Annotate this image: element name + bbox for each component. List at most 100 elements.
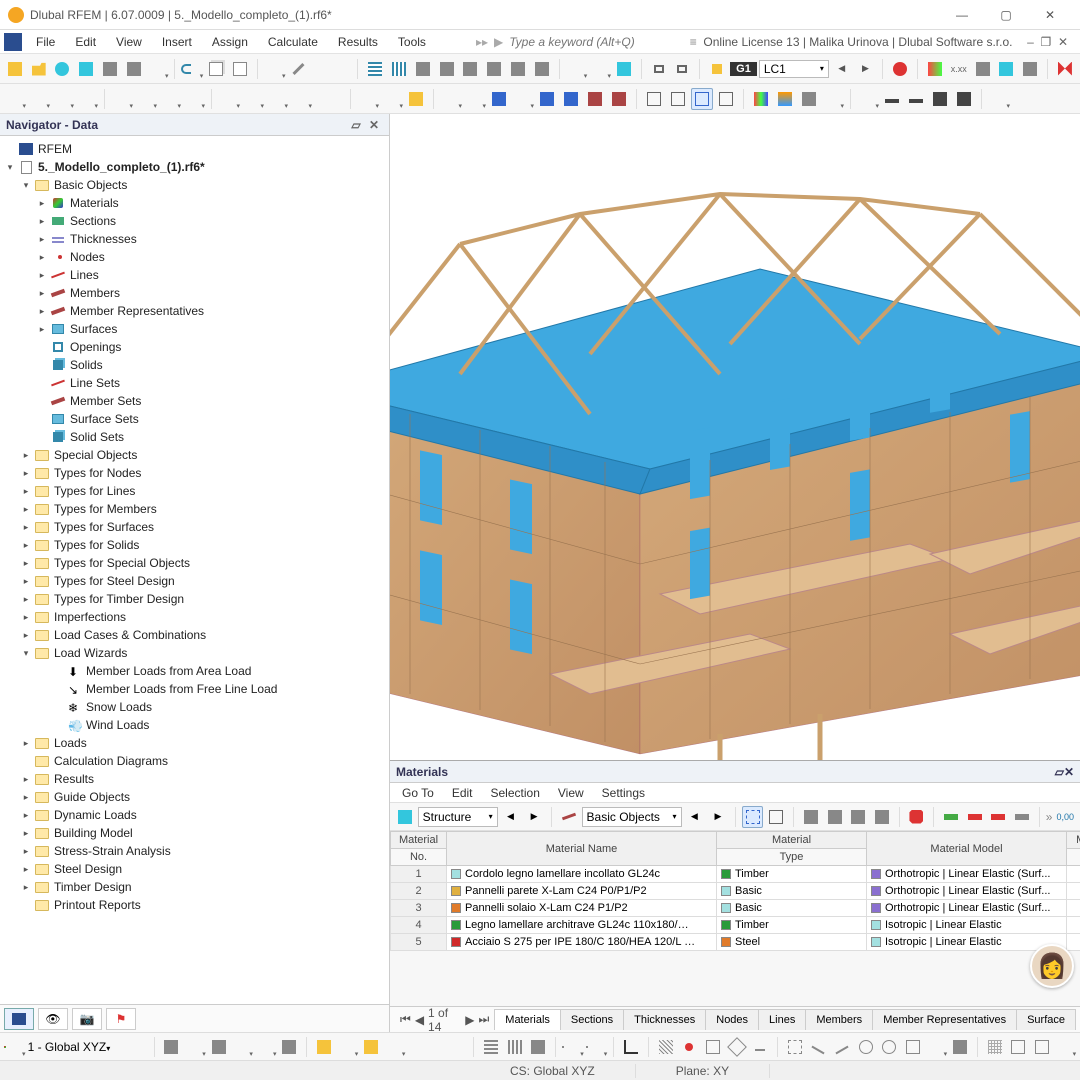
st-d8[interactable] <box>949 1036 971 1058</box>
st-snap3[interactable] <box>702 1036 724 1058</box>
mdi-restore-button[interactable]: ❐ <box>1041 35 1055 49</box>
new-button[interactable] <box>4 58 26 80</box>
cs-combo[interactable]: 1 - Global XYZ▾ <box>28 1040 148 1054</box>
t2-30[interactable] <box>798 88 820 110</box>
close-button[interactable]: ✕ <box>1028 1 1072 29</box>
tree-folder[interactable]: ▸Types for Members <box>0 500 389 518</box>
pager-last[interactable]: ⏭ <box>478 1012 489 1027</box>
lc-combo[interactable]: LC1▾ <box>759 60 829 78</box>
st-15[interactable] <box>586 1036 608 1058</box>
t2-36[interactable] <box>953 88 975 110</box>
save-button[interactable] <box>99 58 121 80</box>
tree-folder[interactable]: ▸Loads <box>0 734 389 752</box>
mp-row1[interactable] <box>940 806 962 828</box>
mp-edit3[interactable] <box>847 806 869 828</box>
st-10[interactable] <box>384 1036 406 1058</box>
st-11[interactable] <box>480 1036 502 1058</box>
st-4[interactable] <box>231 1036 253 1058</box>
st-g4[interactable] <box>1055 1036 1077 1058</box>
cloud-button[interactable] <box>52 58 74 80</box>
t2-27[interactable] <box>715 88 737 110</box>
delete-button[interactable] <box>264 58 286 80</box>
col-model[interactable]: Material Model <box>867 832 1067 866</box>
view3-button[interactable] <box>459 58 481 80</box>
mp-row4[interactable] <box>1011 806 1033 828</box>
st-5[interactable] <box>255 1036 277 1058</box>
mp-menu-edit[interactable]: Edit <box>444 784 481 802</box>
mp-more[interactable]: » <box>1046 810 1053 824</box>
del-res-button[interactable] <box>889 58 911 80</box>
tab-lines[interactable]: Lines <box>758 1009 806 1030</box>
t2-22[interactable] <box>584 88 606 110</box>
navigator-float-button[interactable]: ▱ <box>347 118 365 132</box>
cs-icon[interactable] <box>4 1036 26 1058</box>
tab-thicknesses[interactable]: Thicknesses <box>623 1009 706 1030</box>
st-13[interactable] <box>528 1036 550 1058</box>
pager-first[interactable]: ⏮ <box>400 1012 411 1027</box>
t2-10[interactable] <box>242 88 264 110</box>
view4-button[interactable] <box>483 58 505 80</box>
tab-materials[interactable]: Materials <box>494 1009 561 1030</box>
lc-prev-button[interactable] <box>648 58 670 80</box>
st-d5[interactable] <box>878 1036 900 1058</box>
mp-menu-settings[interactable]: Settings <box>594 784 653 802</box>
tree-item[interactable]: ⬇Member Loads from Area Load <box>0 662 389 680</box>
save-all-button[interactable] <box>123 58 145 80</box>
st-2[interactable] <box>184 1036 206 1058</box>
tree-item[interactable]: ▸Thicknesses <box>0 230 389 248</box>
t2-17[interactable] <box>464 88 486 110</box>
t2-13[interactable] <box>357 88 379 110</box>
t2-16[interactable] <box>440 88 462 110</box>
grid-button[interactable] <box>388 58 410 80</box>
st-6[interactable] <box>278 1036 300 1058</box>
edit-button[interactable] <box>288 58 310 80</box>
calc1-button[interactable] <box>566 58 588 80</box>
materials-close-button[interactable]: ✕ <box>1064 765 1074 779</box>
st-d4[interactable] <box>855 1036 877 1058</box>
st-d1[interactable] <box>784 1036 806 1058</box>
table-button[interactable] <box>364 58 386 80</box>
st-axis[interactable] <box>620 1036 642 1058</box>
tree-folder[interactable]: ▸Guide Objects <box>0 788 389 806</box>
tree-item[interactable]: Line Sets <box>0 374 389 392</box>
navigator-tree[interactable]: RFEM ▾5._Modello_completo_(1).rf6* ▾Basi… <box>0 136 389 1004</box>
st-3[interactable] <box>208 1036 230 1058</box>
tab-members[interactable]: Members <box>805 1009 873 1030</box>
t2-2[interactable] <box>28 88 50 110</box>
minimize-button[interactable]: — <box>940 1 984 29</box>
mp-row2[interactable] <box>964 806 986 828</box>
t2-3[interactable] <box>52 88 74 110</box>
st-d7[interactable] <box>926 1036 948 1058</box>
menu-assign[interactable]: Assign <box>202 32 258 52</box>
tree-item[interactable]: ❄Snow Loads <box>0 698 389 716</box>
st-snap4[interactable] <box>726 1036 748 1058</box>
tree-folder[interactable]: Calculation Diagrams <box>0 752 389 770</box>
tree-item[interactable]: ▸Member Representatives <box>0 302 389 320</box>
tree-item[interactable]: ▸Members <box>0 284 389 302</box>
table-row[interactable]: 1Cordolo legno lamellare incollato GL24c… <box>391 866 1080 883</box>
tab-surface[interactable]: Surface <box>1016 1009 1076 1030</box>
mp-precision[interactable]: 0,00 <box>1054 806 1076 828</box>
3d-viewport[interactable] <box>390 114 1080 760</box>
clear-button[interactable] <box>1054 58 1076 80</box>
t2-23[interactable] <box>608 88 630 110</box>
col-e-top[interactable]: Modulus o <box>1067 832 1080 849</box>
tree-load-wizards[interactable]: Load Wizards <box>54 646 127 660</box>
table-row[interactable]: 5Acciaio S 275 per IPE 180/C 180/HEA 120… <box>391 934 1080 951</box>
tree-folder[interactable]: ▸Types for Nodes <box>0 464 389 482</box>
st-7[interactable] <box>313 1036 335 1058</box>
col-type-sub[interactable]: Type <box>717 849 867 866</box>
col-name[interactable]: Material Name <box>447 832 717 866</box>
materials-float-button[interactable]: ▱ <box>1055 765 1064 779</box>
st-14[interactable] <box>562 1036 584 1058</box>
res2-button[interactable]: x.xx <box>948 58 970 80</box>
keyword-input[interactable] <box>509 35 689 49</box>
nav-tab-views[interactable]: 📷 <box>72 1008 102 1030</box>
t2-37[interactable] <box>988 88 1010 110</box>
tree-folder[interactable]: ▸Types for Timber Design <box>0 590 389 608</box>
menu-insert[interactable]: Insert <box>152 32 202 52</box>
tree-folder[interactable]: ▸Types for Surfaces <box>0 518 389 536</box>
t2-31[interactable] <box>822 88 844 110</box>
st-d3[interactable] <box>831 1036 853 1058</box>
nav-tab-display[interactable]: 👁 <box>38 1008 68 1030</box>
